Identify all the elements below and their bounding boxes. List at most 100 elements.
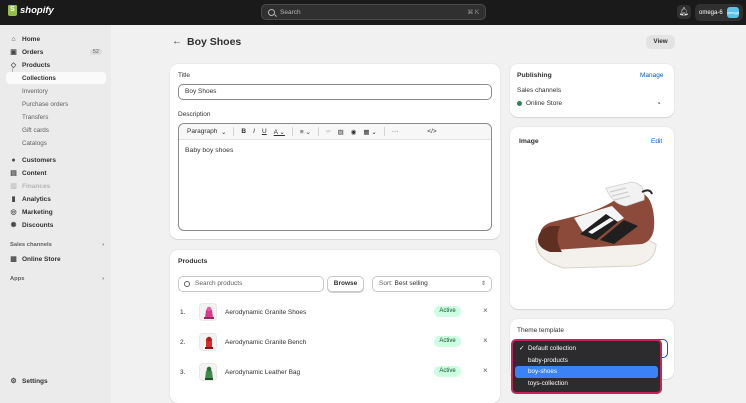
table-row[interactable]: 1. Aerodynamic Granite Shoes Active × (170, 298, 500, 326)
underline-icon[interactable]: U (262, 128, 267, 135)
sort-prefix: Sort: (379, 280, 393, 287)
editor-toolbar: Paragraph ⌄ B I U A ⌄ ≡ ⌄ ∞ ▨ ◉ ▦ ⌄ ··· … (179, 124, 491, 140)
sidebar-item-gift-cards[interactable]: Gift cards (6, 124, 106, 136)
sidebar-item-analytics[interactable]: ▮ Analytics (6, 193, 106, 205)
back-arrow-icon[interactable]: ← (172, 36, 182, 47)
online-store-channel: Online Store (526, 100, 563, 107)
close-icon[interactable]: × (483, 336, 488, 345)
global-search[interactable]: Search ⌘ K (261, 4, 486, 20)
search-icon (268, 8, 275, 16)
description-text[interactable]: Baby boy shoes (185, 147, 233, 154)
gear-icon: ⚙︎ (10, 377, 17, 385)
sidebar-item-label: Orders (22, 48, 44, 56)
sidebar-item-settings[interactable]: ⚙︎ Settings (6, 375, 106, 387)
link-icon[interactable]: ∞ (326, 128, 331, 135)
browse-button[interactable]: Browse (327, 276, 364, 292)
calendar-icon[interactable]: ◔ (656, 99, 661, 108)
product-search-input[interactable]: Search products (178, 276, 324, 292)
code-icon[interactable]: </> (427, 128, 436, 135)
chevron-right-icon: › (102, 276, 104, 282)
title-field[interactable]: Boy Shoes (178, 84, 492, 100)
table-row[interactable]: 2. Aerodynamic Granite Bench Active × (170, 328, 500, 356)
brand-name: shopify (20, 5, 54, 16)
dropdown-option-toys-collection[interactable]: toys-collection (515, 378, 658, 390)
home-icon: ⌂ (11, 35, 16, 43)
content-icon: ▤ (10, 169, 17, 177)
italic-icon[interactable]: I (253, 128, 255, 135)
toolbar-divider (291, 127, 293, 136)
discount-icon: ✺ (10, 221, 17, 229)
view-button[interactable]: View (646, 35, 675, 49)
more-icon[interactable]: ··· (392, 128, 399, 135)
sidebar-item-catalogs[interactable]: Catalogs (6, 137, 106, 149)
product-name[interactable]: Aerodynamic Leather Bag (225, 369, 300, 376)
close-icon[interactable]: × (483, 366, 488, 375)
sidebar-item-online-store[interactable]: ▦ Online Store (6, 253, 106, 265)
sidebar-item-purchase-orders[interactable]: Purchase orders (6, 98, 106, 110)
toolbar-divider (317, 127, 319, 136)
bold-icon[interactable]: B (241, 128, 246, 135)
collection-image[interactable] (514, 148, 674, 300)
inbox-icon: ▣ (10, 48, 17, 56)
product-thumbnail (199, 333, 217, 351)
dropdown-option-default-collection[interactable]: ✓ Default collection (515, 343, 658, 355)
theme-template-label: Theme template (517, 327, 564, 334)
close-icon[interactable]: × (483, 306, 488, 315)
row-number: 3. (180, 369, 186, 376)
sidebar-item-home[interactable]: ⌂ Home (6, 33, 106, 45)
sidebar-item-finances: ▥ Finances (6, 180, 106, 192)
product-name[interactable]: Aerodynamic Granite Shoes (225, 309, 306, 316)
page-title: Boy Shoes (187, 36, 242, 48)
table-row[interactable]: 3. Aerodynamic Leather Bag Active × (170, 358, 500, 386)
publishing-heading: Publishing (517, 72, 552, 79)
paragraph-format-select[interactable]: Paragraph ⌄ (187, 128, 226, 136)
paragraph-label: Paragraph (187, 128, 218, 135)
row-number: 1. (180, 309, 186, 316)
text-color-icon[interactable]: A ⌄ (274, 128, 285, 136)
description-editor[interactable]: Paragraph ⌄ B I U A ⌄ ≡ ⌄ ∞ ▨ ◉ ▦ ⌄ ··· … (178, 123, 492, 231)
dropdown-option-baby-products[interactable]: baby-products (515, 355, 658, 367)
product-name[interactable]: Aerodynamic Granite Bench (225, 339, 306, 346)
title-label: Title (178, 72, 191, 79)
sidebar-item-customers[interactable]: ● Customers (6, 154, 106, 166)
product-thumbnail (199, 303, 217, 321)
row-number: 2. (180, 339, 186, 346)
sidebar-item-orders[interactable]: ▣ Orders 52 (6, 46, 106, 58)
video-icon[interactable]: ◉ (351, 128, 357, 136)
image-icon[interactable]: ▨ (338, 128, 344, 136)
apps-heading[interactable]: Apps › (10, 276, 104, 282)
shopify-bag-icon (8, 5, 17, 16)
bell-icon[interactable]: 🔔︎ (677, 5, 691, 19)
sidebar-item-products[interactable]: ◇ Products (6, 59, 106, 71)
sidebar-item-inventory[interactable]: Inventory (6, 85, 106, 97)
edit-image-link[interactable]: Edit (651, 138, 662, 145)
bank-icon: ▥ (10, 182, 17, 190)
image-heading: Image (519, 138, 539, 145)
sort-select[interactable]: Sort: Best selling ⇕ (372, 276, 492, 292)
align-icon[interactable]: ≡ ⌄ (300, 128, 311, 136)
option-label: baby-products (528, 356, 568, 364)
dropdown-option-boy-shoes[interactable]: boy-shoes (515, 366, 658, 378)
search-placeholder: Search products (195, 280, 243, 287)
sales-channels-label: Sales channels (517, 87, 562, 94)
sales-channels-heading[interactable]: Sales channels › (10, 242, 104, 248)
shopify-logo[interactable]: shopify (8, 5, 54, 16)
store-icon: ▦ (10, 255, 17, 263)
shoe-illustration (535, 181, 657, 269)
sidebar-item-collections[interactable]: Collections (6, 72, 106, 84)
manage-link[interactable]: Manage (640, 72, 664, 79)
status-badge: Active (434, 336, 461, 347)
table-icon[interactable]: ▦ ⌄ (363, 128, 376, 136)
theme-template-dropdown[interactable]: ✓ Default collection baby-products boy-s… (511, 339, 662, 394)
sidebar-item-content[interactable]: ▤ Content (6, 167, 106, 179)
store-menu-button[interactable]: omega-6 omega (695, 4, 743, 21)
chevron-right-icon: › (102, 242, 104, 248)
sidebar-item-label: Products (22, 61, 51, 69)
sidebar-item-marketing[interactable]: ◎ Marketing (6, 206, 106, 218)
search-shortcut: ⌘ K (467, 9, 479, 16)
option-label: Default collection (528, 345, 576, 352)
sidebar-item-discounts[interactable]: ✺ Discounts (6, 219, 106, 231)
sidebar-item-transfers[interactable]: Transfers (6, 111, 106, 123)
sales-channels-label: Sales channels (10, 242, 52, 248)
person-icon: ● (11, 156, 16, 164)
